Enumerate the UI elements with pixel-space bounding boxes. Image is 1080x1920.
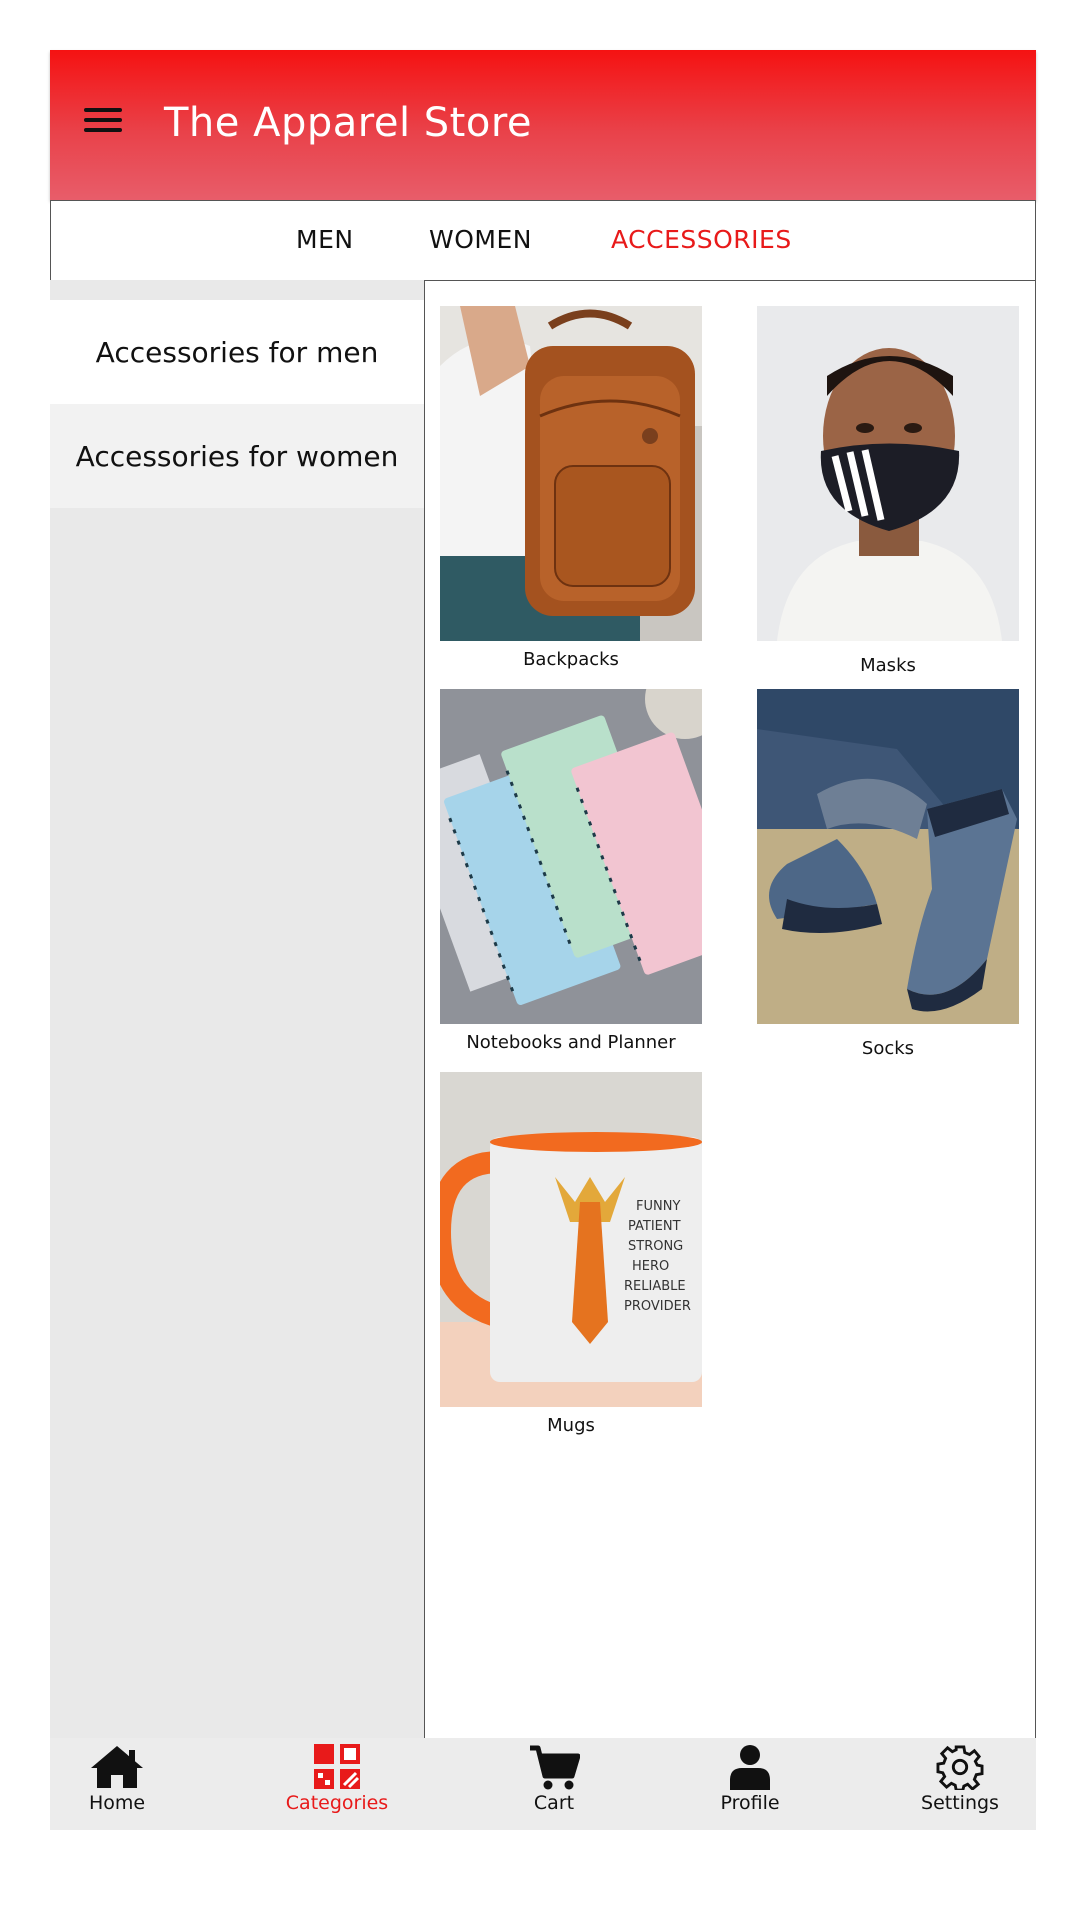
nav-profile[interactable]: Profile — [670, 1744, 830, 1814]
home-icon — [91, 1746, 143, 1788]
profile-icon — [730, 1745, 770, 1790]
tab-accessories[interactable]: ACCESSORIES — [611, 225, 792, 254]
tab-men[interactable]: MEN — [296, 225, 354, 254]
nav-home[interactable]: Home — [37, 1744, 197, 1814]
sidebar-item-accessories-men[interactable]: Accessories for men — [50, 300, 424, 404]
product-grid: Backpacks Masks Notebooks and Planner So… — [424, 280, 1036, 1739]
categories-icon — [314, 1744, 360, 1789]
product-name: Masks — [860, 655, 916, 676]
tab-women[interactable]: WOMEN — [429, 225, 532, 254]
socks-image — [757, 689, 1019, 1024]
bottom-nav: Home Categories Cart Profile Settings — [50, 1738, 1036, 1830]
mug-print-line: FUNNY — [636, 1199, 680, 1214]
product-card-masks[interactable]: Masks — [757, 306, 1019, 676]
mug-print-line: HERO — [632, 1259, 669, 1274]
product-name: Mugs — [547, 1415, 595, 1436]
hamburger-menu-icon[interactable] — [80, 102, 126, 146]
mug-print-line: RELIABLE — [624, 1279, 686, 1294]
nav-label: Cart — [533, 1792, 575, 1814]
app-frame: The Apparel Store MEN WOMEN ACCESSORIES … — [50, 50, 1036, 1830]
mug-print-line: PATIENT — [628, 1219, 681, 1234]
product-name: Notebooks and Planner — [466, 1032, 676, 1053]
notebooks-image — [440, 689, 702, 1024]
settings-icon — [936, 1745, 984, 1790]
nav-categories[interactable]: Categories — [257, 1744, 417, 1814]
product-name: Backpacks — [523, 649, 619, 670]
app-title: The Apparel Store — [164, 100, 532, 146]
nav-label: Profile — [720, 1792, 780, 1814]
app-header: The Apparel Store — [50, 50, 1036, 200]
subcategory-sidebar: Accessories for men Accessories for wome… — [50, 280, 424, 1738]
nav-label: Settings — [921, 1792, 999, 1814]
mug-image: FUNNY PATIENT STRONG HERO RELIABLE PROVI… — [440, 1072, 702, 1407]
nav-settings[interactable]: Settings — [880, 1744, 1040, 1814]
product-card-socks[interactable]: Socks — [757, 689, 1019, 1059]
cart-icon — [530, 1745, 580, 1790]
product-name: Socks — [861, 1038, 915, 1059]
mug-print-line: PROVIDER — [624, 1299, 691, 1314]
nav-cart[interactable]: Cart — [474, 1744, 634, 1814]
nav-label: Home — [88, 1792, 146, 1814]
category-tabs: MEN WOMEN ACCESSORIES — [50, 200, 1036, 281]
mug-print-line: STRONG — [628, 1239, 683, 1254]
nav-label: Categories — [285, 1792, 389, 1814]
product-card-mugs[interactable]: FUNNY PATIENT STRONG HERO RELIABLE PROVI… — [440, 1072, 702, 1436]
product-card-backpacks[interactable]: Backpacks — [440, 306, 702, 670]
sidebar-item-accessories-women[interactable]: Accessories for women — [50, 404, 424, 508]
product-card-notebooks[interactable]: Notebooks and Planner — [440, 689, 702, 1053]
backpack-image — [440, 306, 702, 641]
mask-image — [757, 306, 1019, 641]
